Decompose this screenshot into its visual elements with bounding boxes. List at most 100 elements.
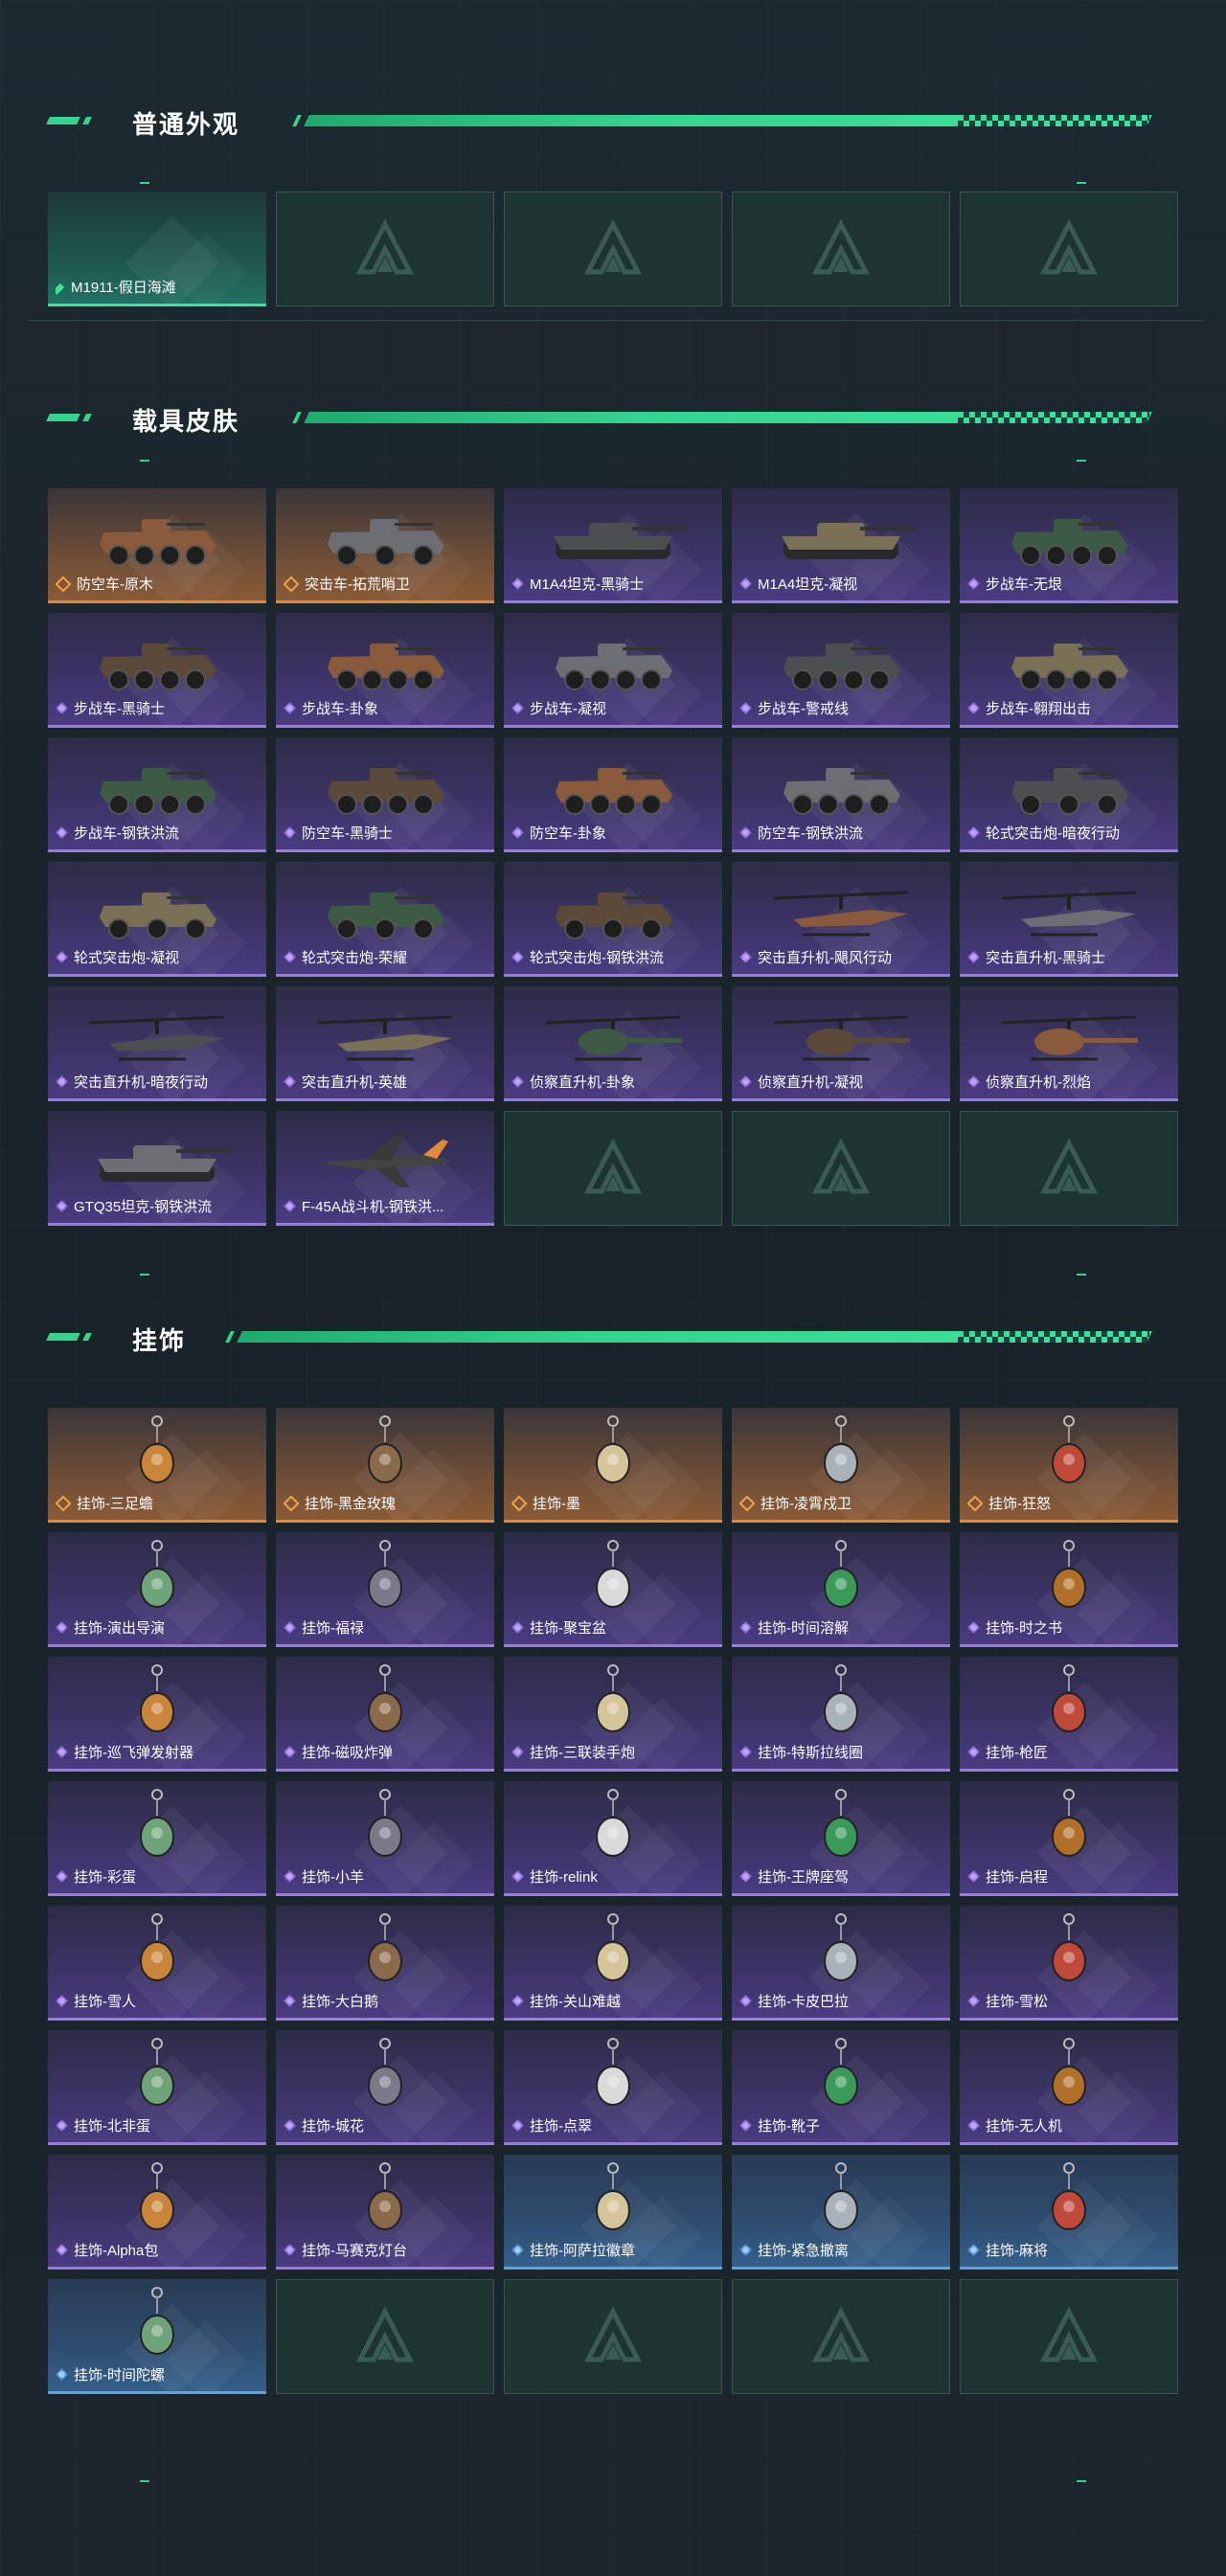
- item-card[interactable]: 挂饰-城花: [276, 2030, 494, 2145]
- item-card[interactable]: 挂饰-彩蛋: [48, 1781, 266, 1896]
- item-card[interactable]: 防空车-黑骑士: [276, 737, 494, 852]
- charm-icon: [1052, 1540, 1086, 1608]
- item-name: 挂饰-紧急撤离: [758, 2243, 849, 2259]
- item-card[interactable]: 步战车-翱翔出击: [960, 613, 1178, 728]
- item-name: 突击直升机-飓风行动: [758, 950, 892, 966]
- item-card[interactable]: 挂饰-无人机: [960, 2030, 1178, 2145]
- item-card[interactable]: 挂饰-特斯拉线圈: [732, 1657, 950, 1772]
- item-card[interactable]: 挂饰-磁吸炸弹: [276, 1657, 494, 1772]
- item-label: 挂饰-三足蟾: [56, 1493, 261, 1513]
- item-card[interactable]: 步战车-卦象: [276, 613, 494, 728]
- charm-icon: [368, 1415, 402, 1483]
- ruler-line: [27, 320, 1205, 334]
- item-card[interactable]: 挂饰-福禄: [276, 1532, 494, 1647]
- item-card[interactable]: 挂饰-凌霄戍卫: [732, 1408, 950, 1523]
- item-card[interactable]: 挂饰-狂怒: [960, 1408, 1178, 1523]
- item-card[interactable]: 挂饰-大白鹅: [276, 1906, 494, 2021]
- item-card[interactable]: 步战车-警戒线: [732, 613, 950, 728]
- item-name: 挂饰-巡飞弹发射器: [74, 1745, 193, 1761]
- item-card[interactable]: M1A4坦克-凝视: [732, 488, 950, 603]
- item-card[interactable]: 步战车-无垠: [960, 488, 1178, 603]
- item-card[interactable]: 挂饰-巡飞弹发射器: [48, 1657, 266, 1772]
- item-card[interactable]: 挂饰-关山难越: [504, 1906, 722, 2021]
- rarity-orange-icon: [511, 1495, 528, 1511]
- item-card[interactable]: 步战车-钢铁洪流: [48, 737, 266, 852]
- item-card[interactable]: 挂饰-聚宝盆: [504, 1532, 722, 1647]
- item-card[interactable]: 防空车-原木: [48, 488, 266, 603]
- item-card[interactable]: 突击直升机-暗夜行动: [48, 986, 266, 1101]
- rarity-purple-icon: [967, 1995, 980, 2007]
- item-card[interactable]: 挂饰-墨: [504, 1408, 722, 1523]
- attack-helicopter-icon: [1001, 891, 1137, 937]
- item-card[interactable]: 挂饰-紧急撤离: [732, 2155, 950, 2270]
- rarity-purple-icon: [511, 1621, 524, 1634]
- item-card[interactable]: 挂饰-演出导演: [48, 1532, 266, 1647]
- item-name: 防空车-钢铁洪流: [758, 825, 863, 842]
- rarity-purple-icon: [967, 702, 980, 714]
- item-card[interactable]: 步战车-黑骑士: [48, 613, 266, 728]
- item-card[interactable]: 防空车-卦象: [504, 737, 722, 852]
- item-card[interactable]: 挂饰-Alpha包: [48, 2155, 266, 2270]
- item-card[interactable]: 挂饰-时间陀螺: [48, 2279, 266, 2394]
- item-card[interactable]: 挂饰-启程: [960, 1781, 1178, 1896]
- charm-icon: [824, 1913, 858, 1981]
- item-name: 轮式突击炮-凝视: [74, 950, 179, 966]
- rarity-purple-icon: [284, 1870, 296, 1883]
- charm-icon: [824, 2038, 858, 2106]
- item-card[interactable]: 挂饰-靴子: [732, 2030, 950, 2145]
- item-card[interactable]: 挂饰-小羊: [276, 1781, 494, 1896]
- item-card[interactable]: 挂饰-卡皮巴拉: [732, 1906, 950, 2021]
- item-card[interactable]: 挂饰-relink: [504, 1781, 722, 1896]
- item-card[interactable]: 挂饰-三足蟾: [48, 1408, 266, 1523]
- logo-placeholder-icon: [583, 2306, 643, 2362]
- rarity-purple-icon: [284, 1200, 296, 1212]
- item-label: 挂饰-枪匠: [967, 1742, 1172, 1762]
- item-label: 挂饰-关山难越: [511, 1991, 716, 2011]
- item-card[interactable]: 挂饰-三联装手炮: [504, 1657, 722, 1772]
- charm-icon: [140, 2287, 174, 2355]
- rarity-purple-icon: [284, 2244, 296, 2256]
- item-name: 挂饰-凌霄戍卫: [761, 1496, 851, 1512]
- item-label: 步战车-无垠: [967, 574, 1172, 594]
- item-card[interactable]: 侦察直升机-凝视: [732, 986, 950, 1101]
- item-card[interactable]: M1A4坦克-黑骑士: [504, 488, 722, 603]
- item-name: 挂饰-阿萨拉徽章: [530, 2243, 635, 2259]
- item-card[interactable]: 步战车-凝视: [504, 613, 722, 728]
- rarity-purple-icon: [56, 1200, 68, 1212]
- item-card[interactable]: 突击直升机-黑骑士: [960, 862, 1178, 977]
- item-label: 步战车-凝视: [511, 698, 716, 718]
- item-card[interactable]: 轮式突击炮-暗夜行动: [960, 737, 1178, 852]
- logo-placeholder-icon: [1039, 1138, 1099, 1194]
- item-card[interactable]: F-45A战斗机-钢铁洪...: [276, 1111, 494, 1226]
- item-card[interactable]: GTQ35坦克-钢铁洪流: [48, 1111, 266, 1226]
- charm-icon: [1052, 1415, 1086, 1483]
- logo-placeholder-icon: [583, 218, 643, 275]
- item-card[interactable]: 轮式突击炮-钢铁洪流: [504, 862, 722, 977]
- item-card[interactable]: 突击直升机-英雄: [276, 986, 494, 1101]
- rarity-purple-icon: [56, 951, 68, 963]
- item-label: 防空车-黑骑士: [284, 823, 488, 843]
- rarity-purple-icon: [967, 2119, 980, 2132]
- item-card[interactable]: 挂饰-点翠: [504, 2030, 722, 2145]
- item-card[interactable]: 轮式突击炮-凝视: [48, 862, 266, 977]
- item-card[interactable]: 侦察直升机-卦象: [504, 986, 722, 1101]
- item-card[interactable]: 挂饰-雪人: [48, 1906, 266, 2021]
- item-card[interactable]: 挂饰-王牌座驾: [732, 1781, 950, 1896]
- item-card[interactable]: 防空车-钢铁洪流: [732, 737, 950, 852]
- item-card[interactable]: 挂饰-枪匠: [960, 1657, 1178, 1772]
- item-card[interactable]: 挂饰-雪松: [960, 1906, 1178, 2021]
- item-label: 挂饰-时之书: [967, 1617, 1172, 1638]
- item-card[interactable]: 挂饰-时之书: [960, 1532, 1178, 1647]
- item-card[interactable]: 挂饰-时间溶解: [732, 1532, 950, 1647]
- item-card[interactable]: M1911-假日海滩: [48, 192, 266, 306]
- item-card[interactable]: 挂饰-马赛克灯台: [276, 2155, 494, 2270]
- item-card[interactable]: 挂饰-黑金玫瑰: [276, 1408, 494, 1523]
- item-card[interactable]: 挂饰-阿萨拉徽章: [504, 2155, 722, 2270]
- item-card[interactable]: 挂饰-北非蛋: [48, 2030, 266, 2145]
- item-card[interactable]: 挂饰-麻将: [960, 2155, 1178, 2270]
- item-card[interactable]: 突击车-拓荒哨卫: [276, 488, 494, 603]
- item-card[interactable]: 轮式突击炮-荣耀: [276, 862, 494, 977]
- item-card[interactable]: 侦察直升机-烈焰: [960, 986, 1178, 1101]
- item-card[interactable]: 突击直升机-飓风行动: [732, 862, 950, 977]
- logo-placeholder-icon: [355, 218, 415, 275]
